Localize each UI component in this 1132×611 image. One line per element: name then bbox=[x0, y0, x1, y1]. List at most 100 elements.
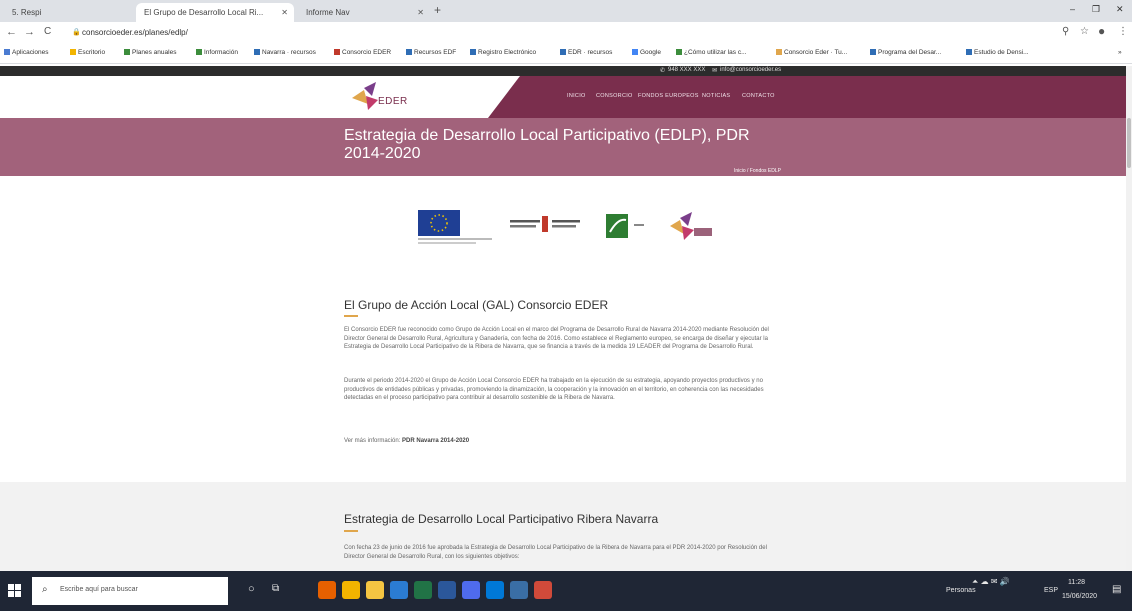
bookmark-item[interactable]: Escritorio bbox=[70, 49, 105, 56]
site-header: EDER INICIO CONSORCIO FONDOS EUROPEOS NO… bbox=[0, 76, 1126, 118]
heading-accent bbox=[344, 315, 358, 317]
cortana-icon[interactable]: ○ bbox=[248, 583, 255, 595]
page-icon bbox=[560, 49, 566, 55]
contact-phone[interactable]: 948 XXX XXX bbox=[668, 67, 705, 73]
page-icon bbox=[870, 49, 876, 55]
page-icon bbox=[254, 49, 260, 55]
section-heading: El Grupo de Acción Local (GAL) Consorcio… bbox=[344, 298, 609, 312]
page-icon bbox=[406, 49, 412, 55]
page-icon bbox=[470, 49, 476, 55]
notifications-icon[interactable]: ▤ bbox=[1112, 584, 1121, 595]
browser-tab-3[interactable]: Informe Nav ✕ bbox=[298, 3, 430, 22]
outlook-icon[interactable] bbox=[390, 581, 408, 599]
star-icon bbox=[70, 49, 76, 55]
bookmark-item[interactable]: Planes anuales bbox=[124, 49, 176, 56]
bookmark-item[interactable]: Recursos EDF bbox=[406, 49, 456, 56]
eu-flag-logo bbox=[418, 210, 492, 244]
partner-logos-svg bbox=[418, 210, 712, 244]
file-explorer-icon[interactable] bbox=[366, 581, 384, 599]
apps-icon bbox=[4, 49, 10, 55]
url-text: consorcioeder.es/planes/edlp/ bbox=[82, 28, 188, 37]
bookmark-item[interactable]: Programa del Desar... bbox=[870, 49, 941, 56]
windows-start-icon[interactable] bbox=[8, 584, 22, 598]
tab-label: Informe Nav bbox=[306, 8, 350, 17]
nav-consorcio[interactable]: CONSORCIO bbox=[596, 93, 633, 99]
back-button[interactable]: ← bbox=[6, 26, 17, 38]
clock-time[interactable]: 11:28 bbox=[1068, 579, 1085, 586]
taskbar-search[interactable]: ⌕ Escribe aquí para buscar bbox=[32, 577, 228, 605]
menu-icon[interactable]: ⋮ bbox=[1118, 26, 1128, 37]
profile-icon[interactable]: ● bbox=[1098, 24, 1105, 38]
task-view-icon[interactable]: ⧉ bbox=[272, 583, 279, 594]
bookmarks-bar: Aplicaciones Escritorio Planes anuales I… bbox=[0, 44, 1132, 64]
bookmark-item[interactable]: Consorcio Eder · Tu... bbox=[776, 49, 847, 56]
minimize-button[interactable]: – bbox=[1070, 4, 1075, 14]
people-label[interactable]: Personas bbox=[946, 587, 976, 594]
phone-icon: ✆ bbox=[660, 68, 666, 74]
search-placeholder: Escribe aquí para buscar bbox=[60, 586, 138, 593]
clock-date[interactable]: 15/06/2020 bbox=[1062, 593, 1097, 600]
teams-icon[interactable] bbox=[462, 581, 480, 599]
google-icon bbox=[632, 49, 638, 55]
globe-icon bbox=[196, 49, 202, 55]
gobierno-de-navarra-logo bbox=[510, 216, 580, 232]
nav-inicio[interactable]: INICIO bbox=[567, 93, 586, 99]
excel-icon[interactable] bbox=[414, 581, 432, 599]
app-icon[interactable] bbox=[510, 581, 528, 599]
bookmark-item[interactable]: Registro Electrónico bbox=[470, 49, 536, 56]
address-toolbar: ← → C 🔒 consorcioeder.es/planes/edlp/ ⚲ … bbox=[0, 22, 1132, 44]
more-info-line: Ver más información: PDR Navarra 2014-20… bbox=[344, 437, 784, 446]
close-tab-icon[interactable]: ✕ bbox=[417, 3, 424, 22]
page-title: Estrategia de Desarrollo Local Participa… bbox=[344, 127, 750, 162]
page-icon bbox=[966, 49, 972, 55]
word-icon[interactable] bbox=[438, 581, 456, 599]
nav-fondos-europeos[interactable]: FONDOS EUROPEOS bbox=[638, 93, 699, 99]
pdr-link[interactable]: PDR Navarra 2014-2020 bbox=[402, 438, 469, 444]
browser-tab-1[interactable]: 5. Respi bbox=[4, 3, 132, 22]
forward-button[interactable]: → bbox=[24, 26, 35, 38]
eder-icon bbox=[776, 49, 782, 55]
bookmark-item[interactable]: Estudio de Densi... bbox=[966, 49, 1029, 56]
bookmark-item[interactable]: Consorcio EDER bbox=[334, 49, 391, 56]
nav-noticias[interactable]: NOTICIAS bbox=[702, 93, 730, 99]
eder-logo bbox=[670, 212, 712, 240]
nav-contacto[interactable]: CONTACTO bbox=[742, 93, 775, 99]
language-indicator[interactable]: ESP bbox=[1044, 587, 1058, 594]
bookmark-item[interactable]: Navarra · recursos bbox=[254, 49, 316, 56]
more-bookmarks-icon[interactable]: » bbox=[1118, 49, 1122, 56]
new-tab-button[interactable]: + bbox=[434, 3, 441, 17]
tab-label: El Grupo de Desarrollo Local Ri... bbox=[144, 8, 264, 17]
header-band bbox=[488, 76, 1126, 118]
search-icon: ⌕ bbox=[42, 584, 48, 595]
globe-icon bbox=[676, 49, 682, 55]
pdf-icon[interactable] bbox=[534, 581, 552, 599]
close-window-button[interactable]: ✕ bbox=[1116, 4, 1124, 15]
bookmark-item[interactable]: ¿Cómo utilizar las c... bbox=[676, 49, 747, 56]
site-logo[interactable]: EDER bbox=[350, 82, 410, 114]
contact-email[interactable]: info@consorcioeder.es bbox=[720, 67, 781, 73]
address-bar[interactable]: 🔒 consorcioeder.es/planes/edlp/ bbox=[68, 26, 1018, 40]
firefox-icon[interactable] bbox=[318, 581, 336, 599]
section-paragraph: El Consorcio EDER fue reconocido como Gr… bbox=[344, 327, 769, 351]
contact-strip: ✆ 948 XXX XXX ✉ info@consorcioeder.es bbox=[0, 66, 1126, 76]
bookmark-item[interactable]: EDR · recursos bbox=[560, 49, 612, 56]
bookmark-item[interactable]: Google bbox=[632, 49, 661, 56]
bookmark-item[interactable]: Información bbox=[196, 49, 238, 56]
browser-tab-bar: 5. Respi El Grupo de Desarrollo Local Ri… bbox=[0, 0, 1132, 22]
translate-icon[interactable]: ⚲ bbox=[1062, 26, 1069, 37]
bookmark-item[interactable]: Aplicaciones bbox=[4, 49, 49, 56]
mail-icon: ✉ bbox=[712, 68, 718, 74]
tray-icons[interactable]: ⏶ ☁ ✉ 🔊 bbox=[972, 577, 1010, 587]
browser-tab-active[interactable]: El Grupo de Desarrollo Local Ri... ✕ bbox=[136, 3, 294, 22]
reload-button[interactable]: C bbox=[44, 26, 51, 37]
maximize-button[interactable]: ❐ bbox=[1092, 4, 1100, 15]
close-tab-icon[interactable]: ✕ bbox=[281, 3, 288, 22]
section-paragraph: Con fecha 23 de junio de 2016 fue aproba… bbox=[344, 545, 767, 560]
leader-logo bbox=[606, 214, 644, 238]
bookmark-star-icon[interactable]: ☆ bbox=[1080, 26, 1089, 37]
edge-icon[interactable] bbox=[486, 581, 504, 599]
chrome-icon[interactable] bbox=[342, 581, 360, 599]
grid-icon bbox=[334, 49, 340, 55]
scrollbar-thumb[interactable] bbox=[1127, 118, 1131, 168]
breadcrumb[interactable]: Inicio / Fondos EDLP bbox=[734, 168, 781, 174]
